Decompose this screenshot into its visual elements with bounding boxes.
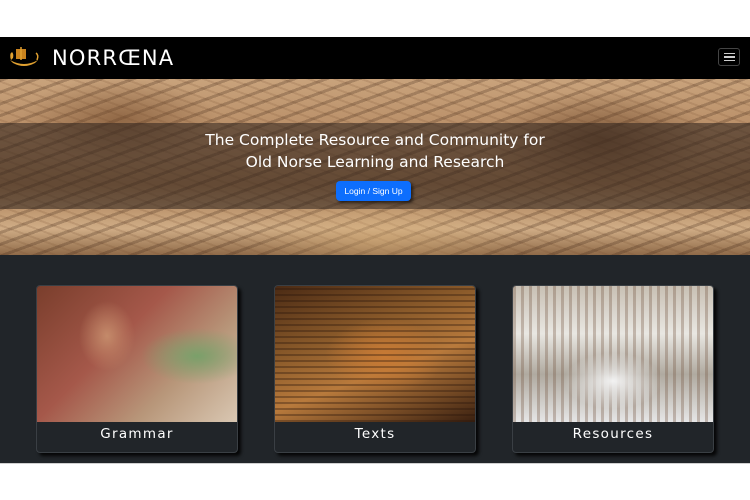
navbar: NORRŒNA — [0, 37, 750, 79]
viking-ship-icon[interactable] — [8, 44, 40, 70]
card-label: Grammar — [100, 426, 174, 442]
texts-image — [275, 286, 475, 422]
hero-title: The Complete Resource and Community for … — [0, 129, 750, 173]
card-texts[interactable]: Texts — [274, 285, 476, 453]
card-label: Texts — [354, 426, 396, 442]
hero-title-line: Old Norse Learning and Research — [245, 153, 505, 171]
login-signup-button[interactable]: Login / Sign Up — [336, 181, 411, 201]
hamburger-line — [723, 59, 735, 62]
resources-image — [513, 286, 713, 422]
hero-banner: The Complete Resource and Community for … — [0, 79, 750, 255]
divider — [0, 463, 750, 464]
feature-cards: Grammar Texts Resources — [0, 255, 750, 463]
grammar-image — [37, 286, 237, 422]
card-resources[interactable]: Resources — [512, 285, 714, 453]
hamburger-icon[interactable] — [718, 48, 740, 66]
brand-name[interactable]: NORRŒNA — [52, 46, 174, 70]
hamburger-line — [723, 56, 735, 58]
hamburger-line — [723, 52, 735, 55]
card-label: Resources — [572, 426, 654, 442]
card-grammar[interactable]: Grammar — [36, 285, 238, 453]
hero-title-line: The Complete Resource and Community for — [205, 131, 545, 149]
